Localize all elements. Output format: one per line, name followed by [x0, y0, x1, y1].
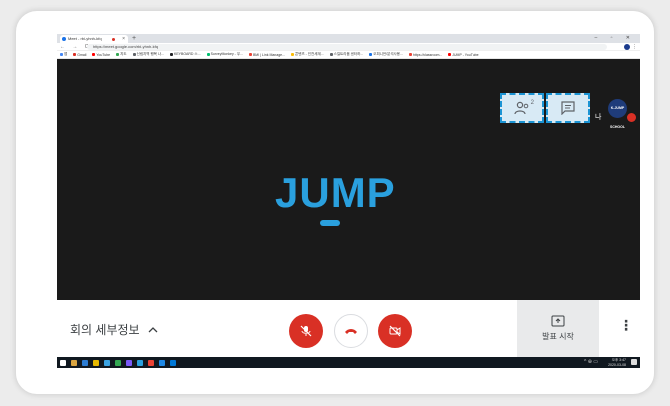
address-bar: ← → C https://meet.google.com/rbi-yhnh-k…: [57, 43, 640, 51]
clock[interactable]: 오후 3:47 2020-03-08: [608, 358, 626, 367]
bookmark-item[interactable]: 스킬트리움 센터하...: [329, 52, 364, 57]
bookmark-favicon-icon: [329, 53, 333, 56]
mic-off-icon: [300, 325, 312, 337]
chrome-icon[interactable]: [148, 359, 154, 366]
app-icon[interactable]: [170, 359, 176, 366]
bookmark-label: 콘텐츠 - 인천세계...: [295, 52, 324, 56]
bookmark-favicon-icon: [116, 53, 120, 56]
hang-up-icon: [345, 329, 357, 334]
system-tray-icons[interactable]: ^ ⊕ ▭: [584, 359, 598, 365]
self-avatar[interactable]: K-JUMP SCHOOL: [608, 99, 627, 129]
bookmark-item[interactable]: https://classroom...: [408, 52, 443, 57]
tab-title: Meet - rbi-yhnh-kfq: [68, 36, 102, 41]
bookmark-favicon-icon: [60, 53, 63, 56]
bookmark-label: 지도: [120, 52, 127, 56]
bookmark-label: YouTube: [96, 52, 111, 57]
leave-call-button[interactable]: [334, 314, 368, 348]
meet-favicon-icon: [62, 37, 66, 41]
bookmarks-bar: 앱 Gmail YouTube 지도 신림지역 행복 나... KEYBOARD 스...…: [57, 51, 640, 59]
start-icon[interactable]: [60, 359, 66, 366]
bookmark-item[interactable]: 콘텐츠 - 인천세계...: [291, 52, 324, 57]
more-options-button[interactable]: ⋮: [619, 318, 633, 332]
files-icon[interactable]: [93, 359, 99, 366]
bookmark-favicon-icon: [73, 53, 77, 56]
chat-icon: [561, 101, 575, 115]
bookmark-favicon-icon: [132, 53, 136, 56]
notification-icon[interactable]: [631, 359, 637, 365]
tab-close-icon[interactable]: ×: [122, 35, 125, 43]
window-controls[interactable]: – ▫ ✕: [594, 34, 636, 43]
participants-button[interactable]: 2: [500, 93, 544, 123]
app-icon[interactable]: [137, 359, 143, 366]
bookmark-label: 오피니언/분석사용...: [373, 52, 403, 56]
chevron-up-icon: [148, 325, 158, 335]
bookmark-item[interactable]: 지도: [116, 52, 127, 57]
bookmark-label: BMI | Link Manage...: [252, 52, 286, 57]
bookmark-label: 앱: [64, 52, 68, 56]
camera-off-icon: [389, 325, 401, 337]
people-count: 2: [530, 100, 534, 106]
self-label: 나: [595, 114, 602, 121]
present-now-button[interactable]: 발표 시작: [517, 300, 599, 357]
logo-smile-mark: [320, 220, 340, 226]
bookmark-item[interactable]: KEYBOARD 스...: [170, 52, 201, 57]
jump-logo: JUMP: [275, 169, 396, 216]
bookmark-favicon-icon: [291, 53, 295, 56]
bookmark-favicon-icon: [92, 53, 96, 56]
bookmark-favicon-icon: [369, 53, 373, 56]
meeting-video-area: JUMP 2 나 K-JUMP SCHOOL: [57, 59, 640, 300]
bookmark-item[interactable]: JUMP - YouTube: [448, 52, 479, 57]
bookmark-label: JUMP - YouTube: [452, 52, 479, 57]
word-icon[interactable]: [82, 359, 88, 366]
edge-icon[interactable]: [159, 359, 165, 366]
present-screen-icon: [551, 315, 565, 327]
browser-tab-bar: Meet - rbi-yhnh-kfq × + – ▫ ✕: [57, 34, 640, 43]
chat-button[interactable]: [546, 93, 590, 123]
mail-icon[interactable]: [104, 359, 110, 366]
screen: Meet - rbi-yhnh-kfq × + – ▫ ✕ ← → C http…: [57, 34, 640, 368]
bookmark-label: 스킬트리움 센터하...: [333, 52, 364, 56]
clock-date: 2020-03-08: [608, 362, 626, 367]
new-tab-button[interactable]: +: [132, 34, 136, 43]
bookmark-item[interactable]: BMI | Link Manage...: [248, 52, 286, 57]
bookmark-label: SurveyMonkey - 무...: [210, 52, 243, 56]
bookmark-label: KEYBOARD 스...: [174, 52, 201, 56]
bookmark-item[interactable]: Gmail: [73, 53, 86, 57]
browser-tab[interactable]: Meet - rbi-yhnh-kfq ×: [60, 35, 128, 43]
profile-avatar[interactable]: [624, 44, 630, 50]
app-icon[interactable]: [126, 359, 132, 366]
bookmark-item[interactable]: 오피니언/분석사용...: [369, 52, 403, 57]
bookmark-item[interactable]: 앱: [60, 52, 67, 57]
bookmark-label: 신림지역 행복 나...: [136, 52, 164, 56]
app-icon[interactable]: [115, 359, 121, 366]
mic-muted-indicator-icon: [627, 113, 636, 122]
meeting-details-button[interactable]: 회의 세부정보: [70, 321, 158, 338]
bookmark-item[interactable]: YouTube: [92, 53, 110, 57]
bookmark-favicon-icon: [448, 53, 452, 56]
url-input[interactable]: https://meet.google.com/rbi-yhnh-kfq: [87, 44, 607, 50]
bookmark-favicon-icon: [248, 53, 252, 56]
bookmark-favicon-icon: [408, 53, 412, 56]
bookmark-favicon-icon: [206, 53, 210, 56]
camera-toggle-button[interactable]: [378, 314, 412, 348]
bookmark-item[interactable]: SurveyMonkey - 무...: [206, 52, 243, 57]
meeting-details-label: 회의 세부정보: [70, 323, 140, 337]
explorer-icon[interactable]: [71, 359, 77, 366]
bookmark-label: Gmail: [77, 52, 87, 57]
bookmark-label: https://classroom...: [412, 52, 443, 57]
browser-menu-icon[interactable]: ⋮: [632, 43, 637, 51]
windows-taskbar: ^ ⊕ ▭ 오후 3:47 2020-03-08: [57, 357, 640, 368]
bookmark-favicon-icon: [170, 53, 173, 56]
recording-dot-icon: [112, 37, 115, 41]
meeting-controls-bar: 회의 세부정보 발표 시작 ⋮: [57, 300, 640, 357]
present-now-label: 발표 시작: [542, 332, 574, 341]
bookmark-item[interactable]: 신림지역 행복 나...: [132, 52, 164, 57]
microphone-toggle-button[interactable]: [289, 314, 323, 348]
people-icon: [514, 101, 529, 115]
